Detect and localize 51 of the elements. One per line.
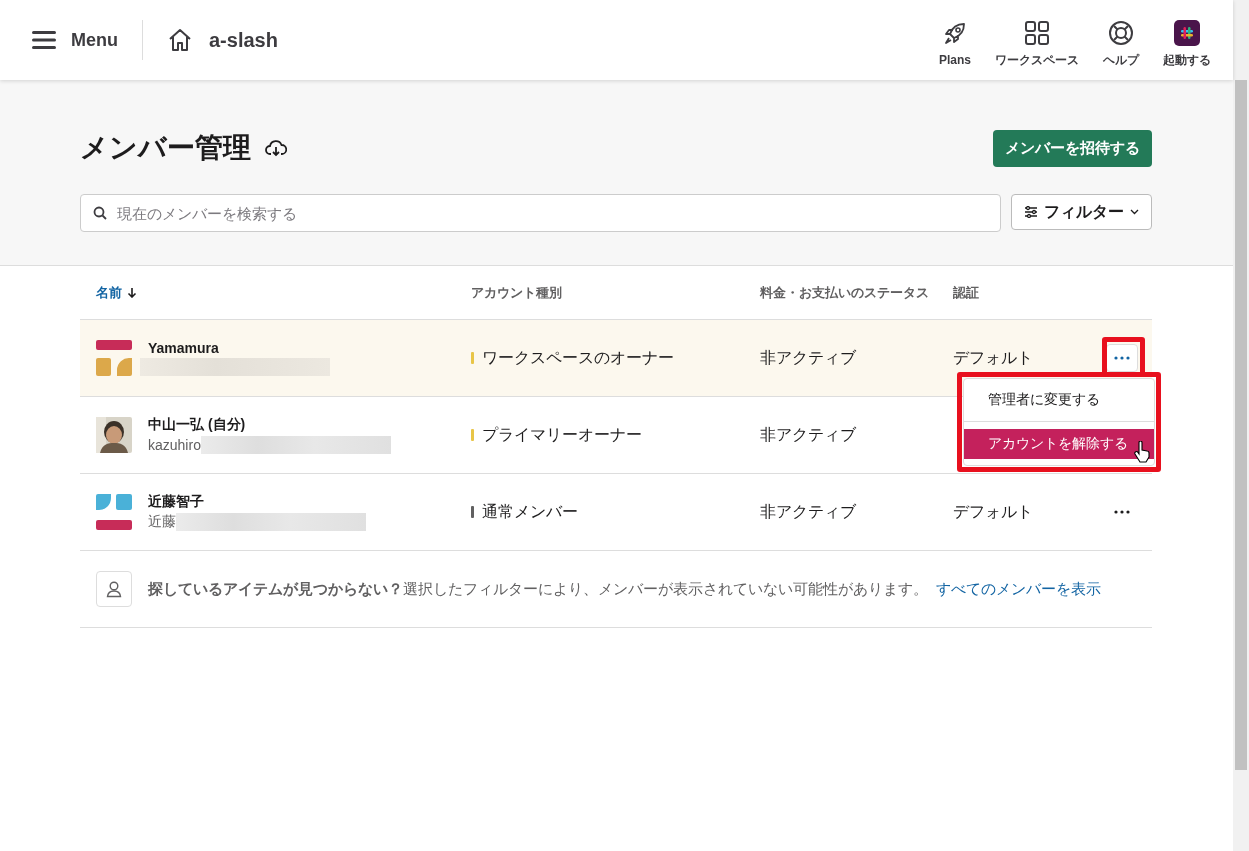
more-icon	[1114, 510, 1130, 514]
auth-method: デフォルト	[953, 348, 1033, 366]
billing-status: 非アクティブ	[760, 502, 856, 520]
billing-status: 非アクティブ	[760, 425, 856, 443]
invite-button[interactable]: メンバーを招待する	[993, 129, 1152, 167]
column-header[interactable]: アカウント種別	[471, 283, 562, 302]
scrollbar-thumb[interactable]	[1235, 80, 1247, 770]
show-all-link[interactable]: すべてのメンバーを表示	[936, 579, 1101, 599]
scrollbar[interactable]	[1233, 0, 1249, 851]
member-name: 中山一弘 (自分)	[148, 416, 247, 434]
menu-item[interactable]: アカウントを解除する	[964, 429, 1154, 459]
more-button[interactable]	[1106, 344, 1138, 372]
download-button[interactable]	[265, 139, 287, 157]
chevron-down-icon	[1130, 209, 1139, 215]
arrow-down-icon	[127, 287, 137, 298]
search-field[interactable]: 現在のメンバーを検索する	[80, 194, 1001, 232]
billing-status: 非アクティブ	[760, 348, 856, 366]
column-header[interactable]: 認証	[953, 283, 979, 302]
toolbar-button[interactable]: 起動する	[1151, 19, 1223, 69]
workspace-link[interactable]: a-slash	[167, 27, 278, 53]
column-header[interactable]: 名前	[96, 283, 137, 302]
search-icon	[93, 206, 107, 220]
pointer-cursor-icon	[1134, 441, 1150, 463]
page-title: メンバー管理	[80, 131, 251, 165]
sliders-icon	[1024, 206, 1038, 218]
notice-text: 探しているアイテムが見つからない？選択したフィルターにより、メンバーが表示されていない可能性があります。	[148, 579, 928, 599]
grid-icon	[1024, 19, 1050, 46]
toolbar-button[interactable]: Plans	[927, 21, 983, 67]
avatar-icon	[96, 340, 132, 376]
filter-button[interactable]: フィルター	[1011, 194, 1152, 230]
account-type: プライマリーオーナー	[482, 424, 642, 445]
toolbar-button[interactable]: ヘルプ	[1091, 19, 1151, 69]
home-icon	[167, 27, 193, 53]
app-icon	[1174, 19, 1200, 46]
avatar-icon	[96, 494, 132, 530]
cloud-download-icon	[265, 139, 287, 157]
toolbar-button[interactable]: ワークスペース	[983, 19, 1091, 69]
member-name: Yamamura	[148, 340, 220, 356]
member-email: kazuhiro	[148, 437, 201, 453]
account-type: ワークスペースのオーナー	[482, 347, 674, 368]
menu-icon	[32, 30, 56, 50]
more-icon	[1114, 356, 1130, 360]
rocket-icon	[942, 21, 968, 47]
member-name: 近藤智子	[148, 493, 205, 511]
menu-button[interactable]: Menu	[32, 29, 118, 51]
user-icon	[105, 580, 123, 598]
lifebuoy-icon	[1108, 19, 1134, 46]
account-type: 通常メンバー	[482, 501, 578, 522]
auth-method: デフォルト	[953, 502, 1033, 520]
column-header[interactable]: 料金・お支払いのステータス	[760, 283, 929, 302]
member-email: 近藤	[148, 513, 176, 531]
